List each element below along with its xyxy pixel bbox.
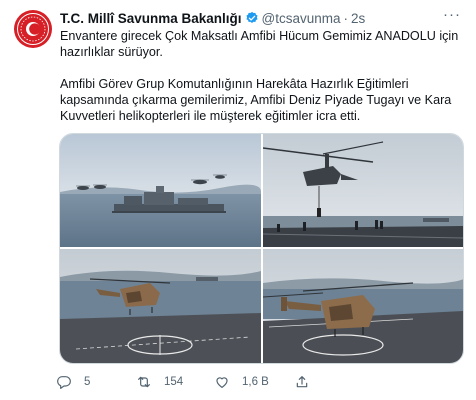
tweet-timestamp[interactable]: 2s bbox=[351, 11, 365, 26]
ministry-logo-icon bbox=[17, 13, 49, 45]
media-grid bbox=[59, 133, 464, 364]
retweet-count: 154 bbox=[164, 376, 184, 388]
author-name[interactable]: T.C. Millî Savunma Bakanlığı bbox=[60, 11, 242, 26]
author-handle[interactable]: @tcsavunma bbox=[262, 11, 341, 26]
photo-helicopter-landing[interactable] bbox=[60, 249, 261, 363]
like-icon bbox=[216, 377, 228, 388]
retweet-button[interactable]: 154 bbox=[136, 374, 214, 390]
tweet-text: Envantere girecek Çok Maksatlı Amfibi Hü… bbox=[60, 28, 460, 124]
like-count: 1,6 B bbox=[242, 376, 269, 388]
more-icon: ··· bbox=[443, 6, 461, 23]
tweet-text-paragraph-1: Envantere girecek Çok Maksatlı Amfibi Hü… bbox=[60, 29, 459, 59]
avatar[interactable] bbox=[14, 10, 52, 48]
photo-ship-helicopters[interactable] bbox=[60, 134, 261, 247]
share-icon bbox=[296, 376, 308, 388]
tweet-header: T.C. Millî Savunma Bakanlığı @tcsavunma … bbox=[60, 9, 466, 27]
more-options-button[interactable]: ··· bbox=[442, 6, 462, 26]
share-button[interactable] bbox=[294, 374, 314, 390]
reply-button[interactable]: 5 bbox=[56, 374, 134, 390]
separator-dot: · bbox=[343, 10, 349, 26]
retweet-icon bbox=[138, 376, 150, 388]
photo-helicopter-on-deck[interactable] bbox=[263, 249, 463, 363]
reply-count: 5 bbox=[84, 376, 91, 388]
verified-icon bbox=[246, 11, 258, 23]
reply-icon bbox=[57, 376, 71, 389]
like-button[interactable]: 1,6 B bbox=[214, 374, 294, 390]
photo-helicopter-fast-rope[interactable] bbox=[263, 134, 463, 247]
tweet-text-paragraph-2: Amfibi Görev Grup Komutanlığının Harekât… bbox=[60, 77, 452, 123]
tweet-actions: 5 154 1,6 B bbox=[56, 372, 456, 392]
